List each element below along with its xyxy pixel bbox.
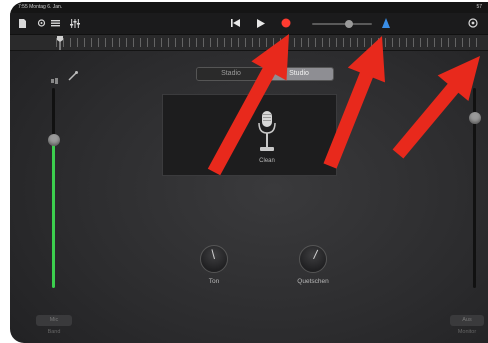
arrow-to-settings [392,56,480,159]
arrow-to-record [207,34,289,176]
annotation-arrows [207,34,480,176]
arrow-to-metronome [323,36,385,169]
